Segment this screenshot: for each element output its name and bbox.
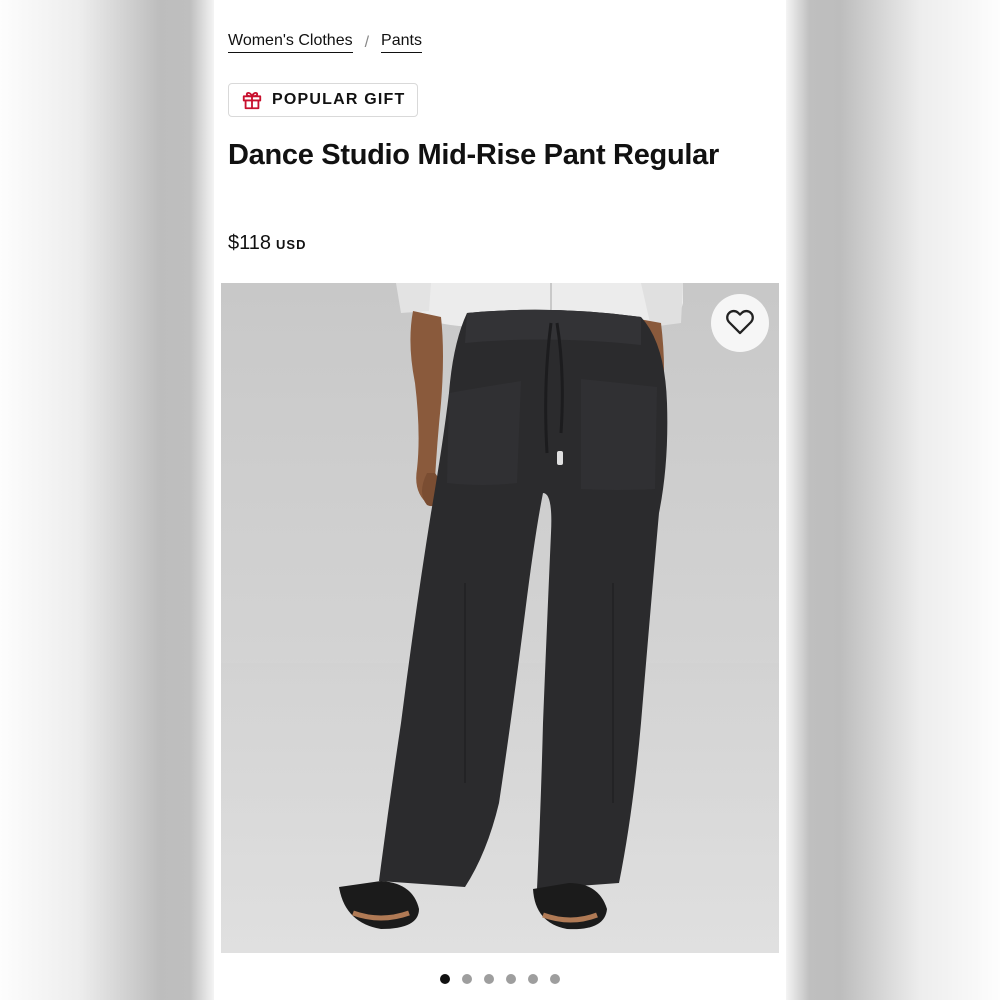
price-amount: $118 [228, 232, 272, 254]
product-image-carousel[interactable] [221, 283, 779, 953]
gift-icon [241, 89, 263, 111]
carousel-dot[interactable] [484, 974, 494, 984]
breadcrumb-womens-clothes[interactable]: Women's Clothes [228, 32, 353, 53]
price-currency: USD [276, 237, 307, 252]
product-photo [221, 283, 779, 953]
badge-label: POPULAR GIFT [272, 91, 406, 108]
carousel-dot[interactable] [440, 974, 450, 984]
carousel-dot[interactable] [506, 974, 516, 984]
product-price: $118 USD [228, 232, 306, 255]
product-title: Dance Studio Mid-Rise Pant Regular [228, 139, 719, 171]
wishlist-button[interactable] [711, 294, 769, 352]
carousel-pagination [214, 974, 786, 984]
breadcrumb: Women's Clothes / Pants [228, 32, 422, 53]
product-page: Women's Clothes / Pants POPULAR GIFT Dan… [214, 0, 786, 1000]
breadcrumb-pants[interactable]: Pants [381, 32, 422, 53]
carousel-dot[interactable] [528, 974, 538, 984]
breadcrumb-separator: / [364, 33, 370, 51]
carousel-dot[interactable] [462, 974, 472, 984]
popular-gift-badge: POPULAR GIFT [228, 83, 418, 117]
carousel-dot[interactable] [550, 974, 560, 984]
heart-outline-icon [723, 304, 757, 343]
